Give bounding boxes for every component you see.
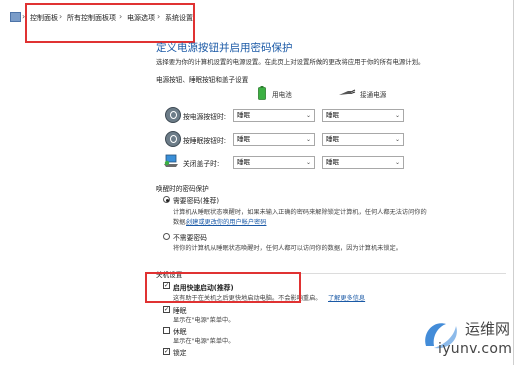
power-button-label: 按电源按钮时: — [183, 113, 227, 121]
control-panel-icon — [10, 12, 21, 22]
sleep-checkbox[interactable]: ✓ — [163, 306, 170, 313]
lock-checkbox[interactable]: ✓ — [163, 348, 170, 355]
fast-startup-highlight-box — [145, 272, 301, 303]
select-value: 睡眠 — [326, 158, 339, 166]
col-plugged-header: 接通电源 — [360, 91, 387, 99]
close-lid-plugged-select[interactable]: 睡眠 ⌄ — [322, 156, 404, 169]
power-button-plugged-select[interactable]: 睡眠 ⌄ — [322, 109, 404, 122]
close-lid-label: 关闭盖子时: — [183, 160, 220, 168]
select-value: 睡眠 — [237, 158, 250, 166]
select-value: 睡眠 — [237, 111, 250, 119]
sleep-button-battery-select[interactable]: 睡眠 ⌄ — [233, 133, 315, 146]
select-value: 睡眠 — [326, 111, 339, 119]
power-button-battery-select[interactable]: 睡眠 ⌄ — [233, 109, 315, 122]
hibernate-desc: 显示在"电源"菜单中。 — [173, 338, 235, 345]
watermark-text: 运维网 — [465, 320, 511, 338]
require-password-radio[interactable] — [163, 196, 170, 203]
require-password-label: 需要密码(推荐) — [173, 197, 220, 205]
no-password-radio[interactable] — [163, 233, 170, 240]
sleep-button-icon — [165, 131, 181, 147]
watermark-url: iyunv.com — [438, 341, 513, 357]
power-button-icon — [165, 107, 181, 123]
change-password-link[interactable]: 创建或更改你的用户帐户密码 — [186, 217, 266, 226]
learn-more-link[interactable]: 了解更多信息 — [328, 293, 365, 302]
laptop-lid-icon — [163, 154, 179, 168]
page-title: 定义电源按钮并启用密码保护 — [156, 42, 293, 54]
password-section-title: 唤醒时的密码保护 — [156, 185, 209, 193]
chevron-down-icon: ⌄ — [394, 112, 400, 119]
window-right-edge — [513, 0, 514, 365]
require-password-desc: 计算机从睡眠状态唤醒时，如果未输入正确的密码来解除锁定计算机，任何人都无法访问你… — [173, 209, 427, 216]
chevron-down-icon: ⌄ — [305, 159, 311, 166]
no-password-label: 不需要密码 — [173, 234, 207, 242]
hibernate-label: 休眠 — [173, 328, 187, 336]
col-battery-header: 用电池 — [272, 91, 292, 99]
chevron-down-icon: ⌄ — [305, 136, 311, 143]
close-lid-battery-select[interactable]: 睡眠 ⌄ — [233, 156, 315, 169]
select-value: 睡眠 — [237, 135, 250, 143]
battery-icon — [258, 86, 266, 100]
sleep-label: 睡眠 — [173, 307, 187, 315]
breadcrumb-highlight-box — [25, 3, 195, 43]
chevron-down-icon: ⌄ — [394, 159, 400, 166]
sleep-button-label: 按睡眠按钮时: — [183, 137, 227, 145]
hibernate-checkbox[interactable] — [163, 327, 170, 334]
buttons-section-title: 电源按钮、睡眠按钮和盖子设置 — [156, 76, 249, 84]
sleep-button-plugged-select[interactable]: 睡眠 ⌄ — [322, 133, 404, 146]
plug-icon — [338, 88, 356, 96]
lock-label: 锁定 — [173, 349, 187, 357]
no-password-desc: 将你的计算机从睡眠状态唤醒时，任何人都可以访问你的数据，因为计算机未锁定。 — [173, 245, 402, 252]
select-value: 睡眠 — [326, 135, 339, 143]
page-description: 选择要为你的计算机设置的电源设置。在此页上对设置所做的更改将应用于你的所有电源计… — [156, 58, 425, 66]
chevron-down-icon: ⌄ — [394, 136, 400, 143]
sleep-desc: 显示在"电源"菜单中。 — [173, 317, 235, 324]
chevron-down-icon: ⌄ — [305, 112, 311, 119]
